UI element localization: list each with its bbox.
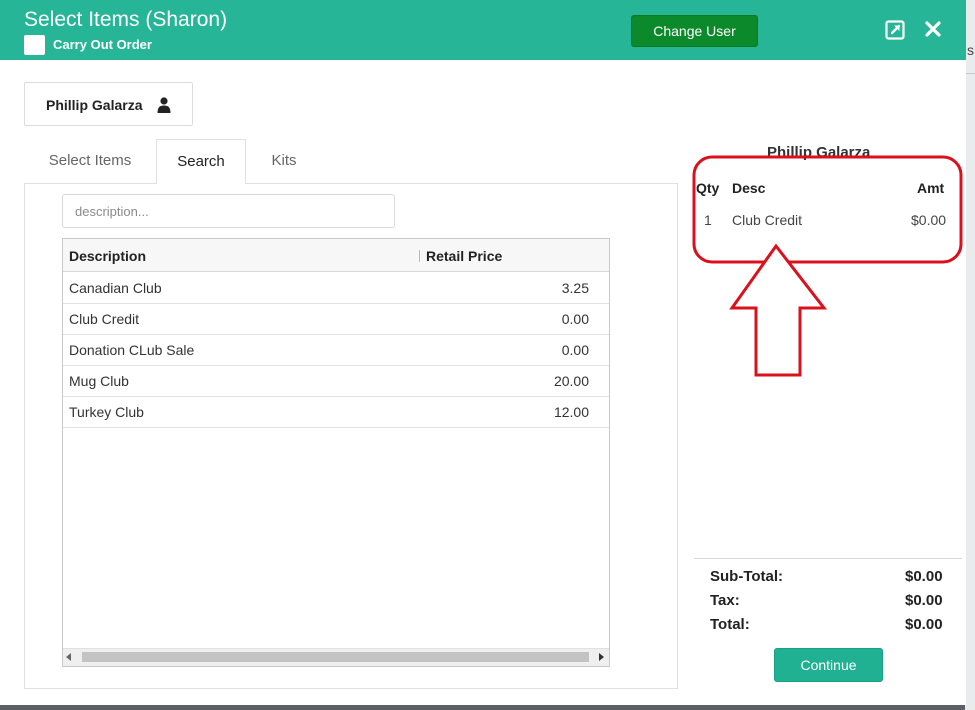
carry-out-label: Carry Out Order — [53, 37, 152, 52]
order-line-desc: Club Credit — [732, 212, 803, 228]
background-rule — [965, 73, 975, 74]
total-label: Total: — [710, 616, 750, 633]
close-icon[interactable] — [924, 20, 942, 38]
expand-icon[interactable] — [885, 20, 905, 40]
item-price: 3.25 — [561, 280, 589, 296]
item-price: 0.00 — [561, 342, 589, 358]
tab-search[interactable]: Search — [156, 139, 246, 184]
table-row[interactable]: Mug Club 20.00 — [63, 366, 609, 397]
customer-name: Phillip Galarza — [46, 97, 143, 113]
user-icon — [157, 97, 171, 113]
background-page: s — [965, 0, 975, 710]
column-header-description[interactable]: Description — [69, 248, 146, 264]
select-items-modal: Select Items (Sharon) Carry Out Order Ch… — [0, 0, 966, 705]
item-description: Mug Club — [69, 373, 129, 389]
tax-value: $0.00 — [905, 592, 943, 609]
scrollbar-thumb[interactable] — [82, 652, 589, 662]
continue-button[interactable]: Continue — [774, 648, 883, 682]
search-input[interactable] — [62, 194, 395, 228]
table-row[interactable]: Turkey Club 12.00 — [63, 397, 609, 428]
item-price: 12.00 — [553, 404, 589, 420]
tax-label: Tax: — [710, 592, 740, 609]
tab-kits[interactable]: Kits — [246, 139, 322, 183]
tab-select-items[interactable]: Select Items — [24, 139, 156, 183]
subtotal-value: $0.00 — [905, 568, 943, 585]
carry-out-checkbox[interactable] — [24, 35, 45, 55]
column-header-retail-price[interactable]: Retail Price — [426, 248, 502, 264]
horizontal-scrollbar[interactable] — [63, 648, 609, 666]
totals-divider — [694, 558, 962, 559]
customer-chip[interactable]: Phillip Galarza — [24, 82, 193, 126]
grid-header: Description Retail Price — [63, 239, 609, 272]
item-description: Club Credit — [69, 311, 140, 327]
modal-header: Select Items (Sharon) Carry Out Order Ch… — [0, 0, 966, 60]
item-description: Donation CLub Sale — [69, 342, 195, 358]
modal-title: Select Items (Sharon) — [24, 8, 228, 31]
scroll-right-icon[interactable] — [599, 653, 604, 661]
order-header-qty: Qty — [696, 180, 720, 196]
order-header-amt: Amt — [917, 180, 945, 196]
items-grid: Description Retail Price Canadian Club 3… — [62, 238, 610, 667]
order-line-qty: 1 — [704, 212, 712, 228]
column-separator[interactable] — [419, 250, 420, 262]
order-line-amt: $0.00 — [911, 212, 947, 228]
item-price: 20.00 — [553, 373, 589, 389]
scroll-left-icon[interactable] — [66, 653, 71, 661]
item-price: 0.00 — [561, 311, 589, 327]
subtotal-label: Sub-Total: — [710, 568, 784, 585]
item-description: Turkey Club — [69, 404, 144, 420]
background-text-fragment: s — [967, 42, 974, 58]
item-description: Canadian Club — [69, 280, 162, 296]
order-customer-name: Phillip Galarza — [767, 144, 871, 161]
order-header-desc: Desc — [732, 180, 766, 196]
table-row[interactable]: Club Credit 0.00 — [63, 304, 609, 335]
table-row[interactable]: Donation CLub Sale 0.00 — [63, 335, 609, 366]
table-row[interactable]: Canadian Club 3.25 — [63, 273, 609, 304]
change-user-button[interactable]: Change User — [631, 15, 758, 47]
total-value: $0.00 — [905, 616, 943, 633]
